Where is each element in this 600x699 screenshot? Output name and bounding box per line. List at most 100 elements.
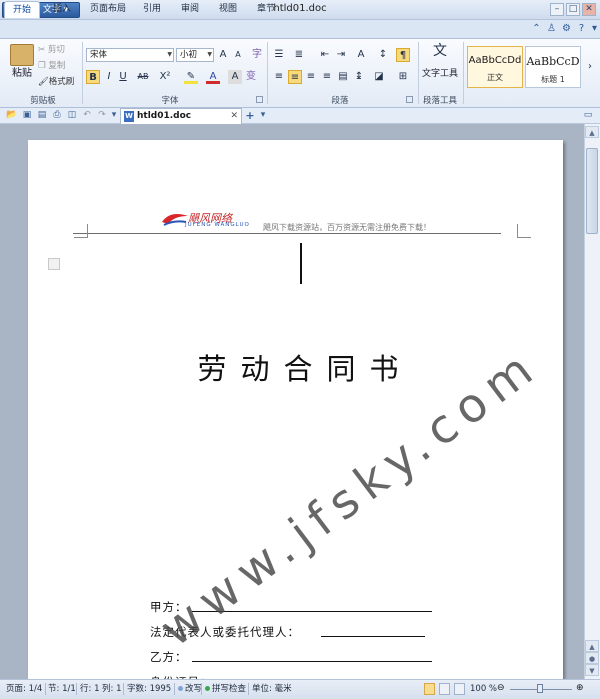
align-right-icon[interactable]: ≡ <box>304 70 318 84</box>
redo-icon[interactable]: ↷ <box>96 109 108 122</box>
minimize-button[interactable]: – <box>550 3 564 16</box>
outline-view-icon[interactable] <box>439 683 450 695</box>
document-tab[interactable]: Whtld01.doc ✕ <box>120 108 242 124</box>
format-painter-button[interactable]: 🖌格式刷 <box>38 74 80 90</box>
shrink-font-icon[interactable]: A <box>231 48 245 62</box>
save-icon[interactable]: ▣ <box>21 109 33 122</box>
grow-font-icon[interactable]: A <box>216 48 230 62</box>
tab-insert[interactable]: 插入 <box>44 1 80 18</box>
zoom-out-icon[interactable]: ⊖ <box>497 683 505 693</box>
prev-page-icon[interactable]: ▲ <box>585 640 599 652</box>
tab-list-icon[interactable]: ▾ <box>257 109 269 122</box>
paragraph-dialog-launcher-icon[interactable] <box>406 96 413 103</box>
status-separator <box>123 683 124 695</box>
align-center-icon[interactable]: ≡ <box>288 70 302 84</box>
char-border-icon[interactable]: 变 <box>244 70 258 84</box>
undo-icon[interactable]: ↶ <box>81 109 93 122</box>
align-left-icon[interactable]: ≡ <box>272 70 286 84</box>
style-normal[interactable]: AaBbCcDd 正文 <box>467 46 523 88</box>
status-spellcheck[interactable]: 拼写检查 <box>205 682 246 696</box>
bullet-list-icon[interactable]: ☰ <box>272 48 286 62</box>
font-color-icon[interactable]: A <box>206 70 220 84</box>
close-tab-icon[interactable]: ✕ <box>230 109 238 123</box>
status-revision[interactable]: 改写 <box>178 682 202 696</box>
select-browse-icon[interactable]: ● <box>585 652 599 664</box>
brush-icon: 🖌 <box>38 77 49 87</box>
qat-dropdown-icon[interactable]: ▾ <box>108 109 120 122</box>
maximize-button[interactable]: □ <box>566 3 580 16</box>
borders-icon[interactable]: ⊞ <box>396 70 410 84</box>
pinyin-icon[interactable]: 字 <box>250 48 264 62</box>
paste-options-icon[interactable] <box>48 258 60 270</box>
styles-more-icon[interactable]: › <box>584 60 596 74</box>
text-tools-icon[interactable]: 文 <box>430 44 450 64</box>
status-page[interactable]: 页面: 1/4 <box>6 682 42 696</box>
document-tab-label: htld01.doc <box>137 111 192 121</box>
header-rule <box>73 233 501 234</box>
open-icon[interactable]: 📂 <box>6 109 18 122</box>
highlight-icon[interactable]: ✎ <box>184 70 198 84</box>
strikethrough-button[interactable]: AB <box>136 70 150 84</box>
underline-button[interactable]: U <box>116 70 130 84</box>
numbered-list-icon[interactable]: ≣ <box>292 48 306 62</box>
font-name-combo[interactable]: 宋体 ▼ <box>86 48 174 62</box>
chevron-down-icon: ▼ <box>167 51 172 58</box>
scroll-up-icon[interactable]: ▲ <box>585 126 599 138</box>
representative-line <box>321 636 425 637</box>
margin-corner-mark <box>517 224 531 238</box>
task-pane-icon[interactable]: ▭ <box>582 109 594 122</box>
copy-button[interactable]: ❐ 复制 <box>38 58 78 74</box>
web-view-icon[interactable] <box>454 683 465 695</box>
page-view-icon[interactable] <box>424 683 435 695</box>
collapse-ribbon-icon[interactable]: ⌃ <box>530 22 543 35</box>
bold-button[interactable]: B <box>86 70 100 84</box>
cut-button[interactable]: ✂ 剪切 <box>38 42 78 58</box>
shading-icon[interactable]: ◪ <box>372 70 386 84</box>
paste-icon[interactable] <box>10 44 34 66</box>
char-shading-icon[interactable]: A <box>228 70 242 84</box>
show-marks-icon[interactable]: ¶ <box>396 48 410 62</box>
status-unit[interactable]: 单位: 毫米 <box>252 682 292 696</box>
chevron-down-icon: ▼ <box>207 51 212 58</box>
scroll-thumb[interactable] <box>586 148 598 234</box>
status-word-count[interactable]: 字数: 1995 <box>127 682 171 696</box>
distribute-icon[interactable]: ▤ <box>336 70 350 84</box>
document-page[interactable] <box>28 140 563 679</box>
new-tab-icon[interactable]: + <box>244 109 256 122</box>
zoom-in-icon[interactable]: ⊕ <box>576 683 584 693</box>
ribbon-menu-icon[interactable]: ▾ <box>588 22 600 35</box>
tab-page-layout[interactable]: 页面布局 <box>84 1 132 18</box>
help-icon[interactable]: ? <box>575 22 588 35</box>
group-separator <box>82 42 83 104</box>
save-as-icon[interactable]: ▤ <box>36 109 48 122</box>
close-button[interactable]: ✕ <box>582 3 596 16</box>
text-direction-icon[interactable]: A <box>354 48 368 62</box>
status-column: 列: 1 <box>102 684 122 694</box>
style-heading-1[interactable]: AaBbCcD 标题 1 <box>525 46 581 88</box>
italic-button[interactable]: I <box>102 70 116 84</box>
superscript-button[interactable]: X² <box>158 70 172 84</box>
tab-chapter[interactable]: 章节 <box>250 1 282 18</box>
sort-icon[interactable]: ↕ <box>376 48 390 62</box>
print-preview-icon[interactable]: ◫ <box>66 109 78 122</box>
line-spacing-icon[interactable]: ↨ <box>352 70 366 84</box>
tab-references[interactable]: 引用 <box>136 1 168 18</box>
settings-icon[interactable]: ⚙ <box>560 22 573 35</box>
tab-home[interactable]: 开始 <box>4 1 40 18</box>
zoom-slider-thumb[interactable] <box>537 684 543 693</box>
decrease-indent-icon[interactable]: ⇤ <box>318 48 332 62</box>
print-icon[interactable]: ⎙ <box>51 109 63 122</box>
zoom-level[interactable]: 100 % <box>470 682 497 696</box>
style-name: 正文 <box>487 73 503 82</box>
text-tools-button[interactable]: 文字工具 <box>420 66 460 82</box>
status-section[interactable]: 节: 1/1 <box>48 682 76 696</box>
skin-icon[interactable]: ♙ <box>545 22 558 35</box>
paste-button[interactable]: 粘贴 <box>8 66 36 82</box>
justify-icon[interactable]: ≡ <box>320 70 334 84</box>
font-size-combo[interactable]: 小初 ▼ <box>176 48 214 62</box>
tab-review[interactable]: 审阅 <box>174 1 206 18</box>
next-page-icon[interactable]: ▼ <box>585 664 599 676</box>
increase-indent-icon[interactable]: ⇥ <box>334 48 348 62</box>
font-dialog-launcher-icon[interactable] <box>256 96 263 103</box>
tab-view[interactable]: 视图 <box>212 1 244 18</box>
